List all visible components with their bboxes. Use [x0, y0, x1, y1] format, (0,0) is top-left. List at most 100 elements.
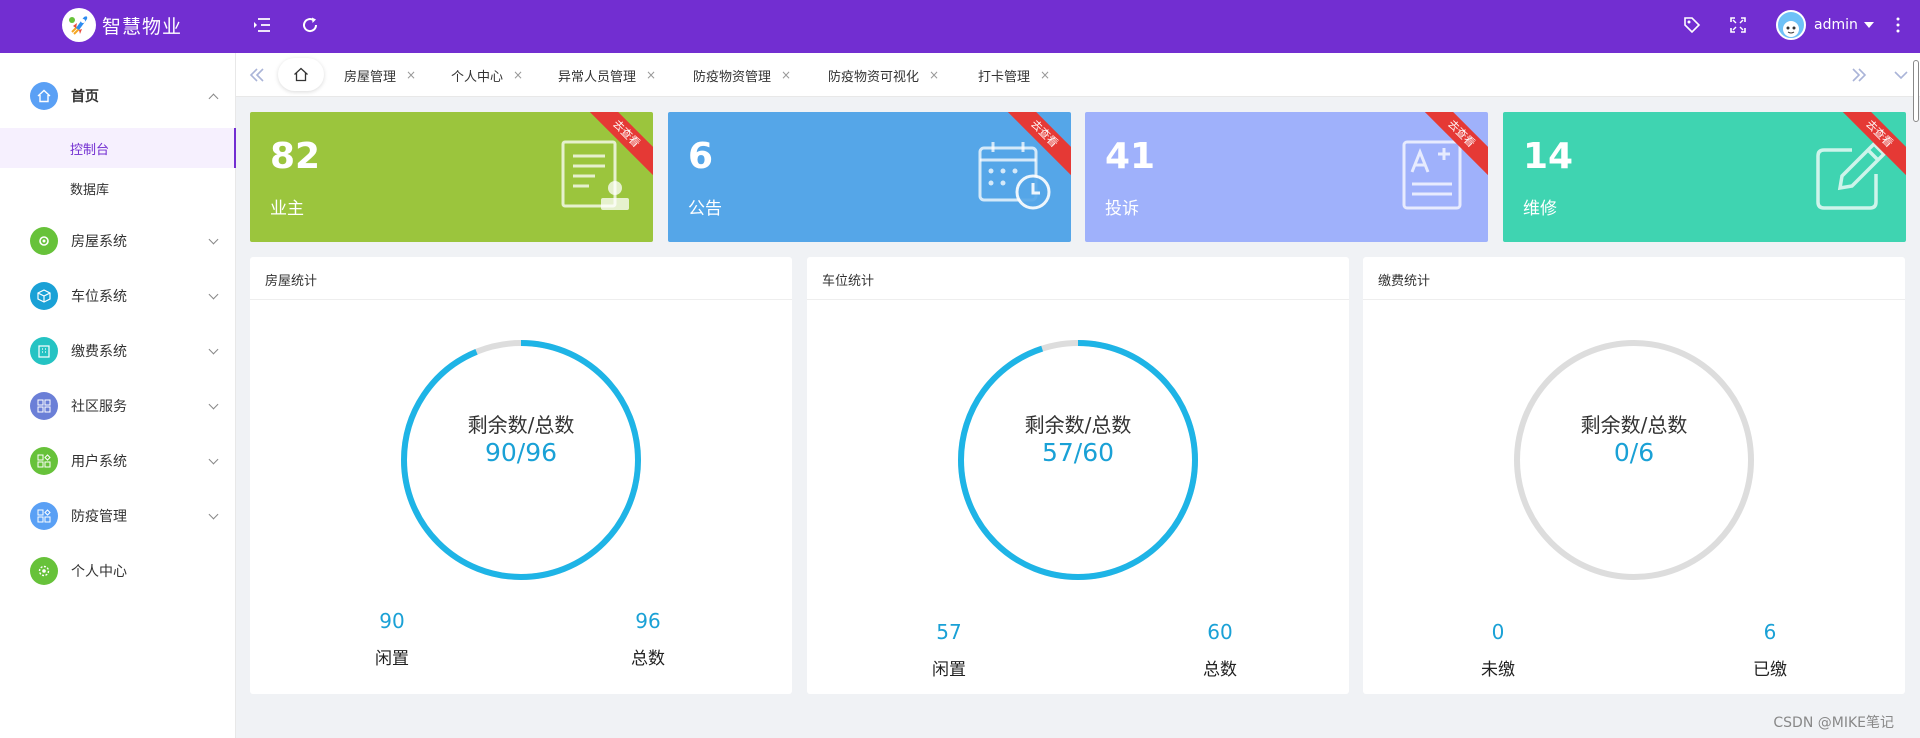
- sidebar-item-community[interactable]: 社区服务: [0, 382, 236, 430]
- chevron-down-icon[interactable]: [1892, 67, 1910, 83]
- stat-value: 57: [936, 620, 962, 644]
- page-scrollbar[interactable]: [1912, 58, 1920, 738]
- box-icon: [30, 282, 58, 310]
- calendar-clock-icon: [978, 142, 1051, 210]
- stat-card-notices: 6 公告 去查看: [668, 112, 1071, 242]
- card-label: 投诉: [1105, 199, 1139, 219]
- fullscreen-button[interactable]: [1726, 13, 1750, 37]
- sidebar-item-parking[interactable]: 车位系统: [0, 272, 236, 320]
- tab-home[interactable]: [278, 58, 324, 91]
- stat-card-owners: 82 业主 去查看: [250, 112, 653, 242]
- sidebar-subitem-console[interactable]: 控制台: [0, 128, 236, 168]
- grid-icon: [30, 392, 58, 420]
- refresh-button[interactable]: [298, 13, 322, 37]
- apps-icon: [30, 502, 58, 530]
- chevron-up-icon: [208, 93, 219, 103]
- close-icon[interactable]: ×: [929, 68, 939, 82]
- sidebar-item-payment[interactable]: 缴费系统: [0, 327, 236, 375]
- chevron-down-icon: [208, 344, 219, 354]
- chevron-down-icon: [208, 289, 219, 299]
- sidebar-item-label: 防疫管理: [71, 509, 127, 525]
- panel-title: 缴费统计: [1378, 274, 1431, 289]
- close-icon[interactable]: ×: [1040, 68, 1050, 82]
- close-icon[interactable]: ×: [646, 68, 656, 82]
- divider: [1363, 299, 1905, 300]
- card-label: 维修: [1523, 199, 1557, 219]
- tab-label: 防疫物资管理: [693, 69, 772, 85]
- divider: [807, 299, 1349, 300]
- more-vertical-icon: [1896, 17, 1900, 33]
- card-value: 82: [270, 136, 321, 177]
- tag-icon: [1684, 17, 1701, 34]
- sidebar-item-housing[interactable]: 房屋系统: [0, 217, 236, 265]
- sidebar-item-label: 首页: [71, 89, 99, 105]
- apps-icon: [30, 447, 58, 475]
- fullscreen-icon: [1730, 17, 1746, 33]
- divider: [250, 299, 792, 300]
- card-value: 14: [1523, 136, 1574, 177]
- panel-payment-stats: 缴费统计 剩余数/总数 0/6 0 未缴 6 已缴: [1363, 257, 1905, 694]
- stat-value: 0: [1491, 620, 1505, 644]
- gear-icon: [30, 557, 58, 585]
- sidebar-item-users[interactable]: 用户系统: [0, 437, 236, 485]
- rocket-logo-icon: [62, 8, 96, 42]
- sidebar-item-profile[interactable]: 个人中心: [0, 547, 236, 595]
- tab-abnormal-personnel[interactable]: 异常人员管理 ×: [558, 63, 656, 87]
- app-logo[interactable]: 智慧物业: [62, 8, 182, 42]
- close-icon[interactable]: ×: [406, 68, 416, 82]
- stat-label: 总数: [631, 649, 665, 669]
- tab-label: 异常人员管理: [558, 69, 637, 85]
- watermark: CSDN @MIKE笔记: [1773, 715, 1894, 731]
- caret-down-icon: [1863, 22, 1874, 28]
- stat-label: 未缴: [1481, 660, 1515, 680]
- tag-button[interactable]: [1680, 13, 1704, 37]
- ring-caption: 剩余数/总数: [467, 413, 575, 437]
- refresh-icon: [303, 17, 318, 33]
- ring-value: 90/96: [484, 438, 558, 467]
- ring-caption: 剩余数/总数: [1580, 413, 1688, 437]
- stat-card-complaints: 41 投诉 去查看: [1085, 112, 1488, 242]
- stat-value: 6: [1763, 620, 1777, 644]
- stat-label: 闲置: [932, 660, 966, 680]
- tab-bar: 房屋管理 × 个人中心 × 异常人员管理 × 防疫物资管理 × 防疫物资可视化 × 打卡管…: [236, 53, 1920, 97]
- sidebar: 首页 控制台 数据库 房屋系统 车位系统 缴费系统 社区服务 用户系统 防疫管理…: [0, 53, 236, 738]
- tab-supplies-visualization[interactable]: 防疫物资可视化 ×: [828, 63, 939, 87]
- stat-label: 已缴: [1753, 660, 1787, 680]
- sidebar-item-label: 车位系统: [71, 289, 127, 305]
- chevron-down-icon: [208, 454, 219, 464]
- panel-parking-stats: 车位统计 剩余数/总数 57/60 57 闲置 60 总数: [807, 257, 1349, 694]
- sidebar-item-label: 社区服务: [71, 399, 127, 415]
- tab-supplies-management[interactable]: 防疫物资管理 ×: [693, 63, 791, 87]
- panel-title: 车位统计: [822, 274, 875, 289]
- double-chevron-right-icon[interactable]: [1850, 67, 1868, 83]
- tab-personal-center[interactable]: 个人中心 ×: [451, 63, 523, 87]
- settings-icon: [30, 227, 58, 255]
- sidebar-subitem-database[interactable]: 数据库: [0, 168, 236, 208]
- app-title: 智慧物业: [102, 15, 183, 38]
- sidebar-item-home[interactable]: 首页: [0, 72, 236, 120]
- close-icon[interactable]: ×: [513, 68, 523, 82]
- tab-label: 房屋管理: [344, 69, 397, 85]
- building-icon: [30, 337, 58, 365]
- stat-value: 60: [1207, 620, 1233, 644]
- sidebar-item-epidemic[interactable]: 防疫管理: [0, 492, 236, 540]
- ring-value: 0/6: [1613, 438, 1655, 467]
- card-value: 41: [1105, 136, 1156, 177]
- document-user-icon: [561, 140, 629, 210]
- tab-label: 个人中心: [451, 69, 504, 85]
- menu-collapse-button[interactable]: [250, 13, 274, 37]
- close-icon[interactable]: ×: [781, 68, 791, 82]
- tab-housing-management[interactable]: 房屋管理 ×: [344, 63, 416, 87]
- document-edit-icon: [1402, 140, 1462, 210]
- chevron-down-icon: [208, 509, 219, 519]
- more-button[interactable]: [1886, 13, 1910, 37]
- double-chevron-left-icon[interactable]: [248, 67, 266, 83]
- ring-caption: 剩余数/总数: [1024, 413, 1132, 437]
- top-header: 智慧物业 admin: [0, 0, 1920, 53]
- scrollbar-thumb[interactable]: [1913, 60, 1919, 122]
- stat-card-repairs: 14 维修 去查看: [1503, 112, 1906, 242]
- user-menu[interactable]: admin: [1776, 10, 1874, 40]
- tab-checkin-management[interactable]: 打卡管理 ×: [978, 63, 1050, 87]
- chevron-down-icon: [208, 399, 219, 409]
- ring-value: 57/60: [1041, 438, 1115, 467]
